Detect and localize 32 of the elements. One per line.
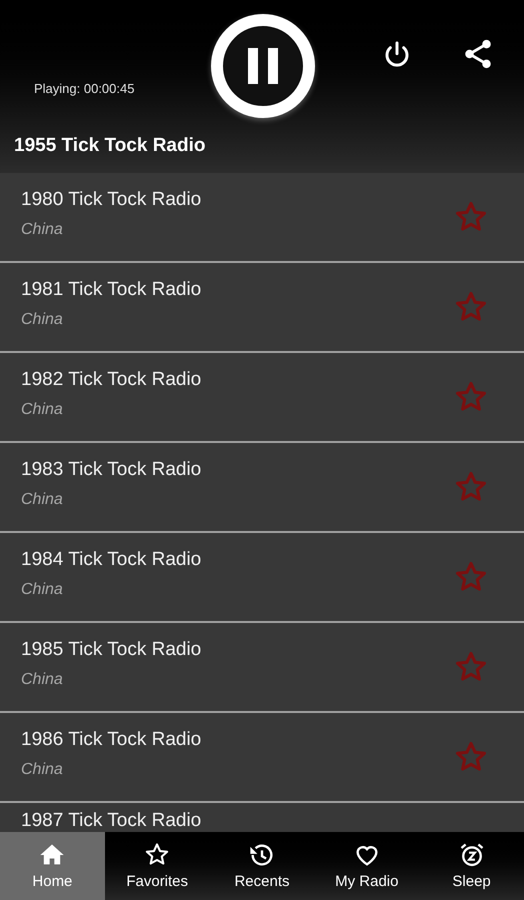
pause-button[interactable] — [211, 14, 315, 118]
pause-icon — [246, 46, 280, 86]
station-name: 1987 Tick Tock Radio — [21, 809, 202, 832]
station-country: China — [21, 400, 64, 420]
nav-tab[interactable]: My Radio — [314, 832, 420, 900]
station-name: 1981 Tick Tock Radio — [21, 278, 202, 302]
nav-tab[interactable]: Recents — [210, 832, 314, 900]
station-name: 1983 Tick Tock Radio — [21, 458, 202, 482]
station-row[interactable]: 1986 Tick Tock Radio China — [0, 713, 524, 803]
station-name: 1985 Tick Tock Radio — [21, 638, 202, 662]
station-row[interactable]: 1981 Tick Tock Radio China — [0, 263, 524, 353]
station-country: China — [21, 760, 64, 780]
station-name: 1984 Tick Tock Radio — [21, 548, 202, 572]
station-row[interactable]: 1985 Tick Tock Radio China — [0, 623, 524, 713]
station-country: China — [21, 220, 64, 240]
station-row[interactable]: 1983 Tick Tock Radio China — [0, 443, 524, 533]
station-country: China — [21, 670, 64, 690]
station-name: 1986 Tick Tock Radio — [21, 728, 202, 752]
station-row[interactable]: 1982 Tick Tock Radio China — [0, 353, 524, 443]
station-country: China — [21, 490, 64, 510]
nav-tab[interactable]: Favorites — [104, 832, 210, 900]
station-country: China — [21, 310, 64, 330]
nav-tab[interactable]: Home — [0, 832, 105, 900]
station-name: 1980 Tick Tock Radio — [21, 188, 202, 212]
elapsed-time: Playing: 00:00:45 — [34, 80, 134, 98]
now-playing-title: 1955 Tick Tock Radio — [14, 134, 206, 158]
station-row[interactable]: 1980 Tick Tock Radio China — [0, 173, 524, 263]
nav-tab[interactable]: Sleep — [419, 832, 524, 900]
station-row[interactable]: 1987 Tick Tock Radio — [0, 803, 524, 832]
station-row[interactable]: 1984 Tick Tock Radio China — [0, 533, 524, 623]
station-country: China — [21, 580, 64, 600]
station-name: 1982 Tick Tock Radio — [21, 368, 202, 392]
